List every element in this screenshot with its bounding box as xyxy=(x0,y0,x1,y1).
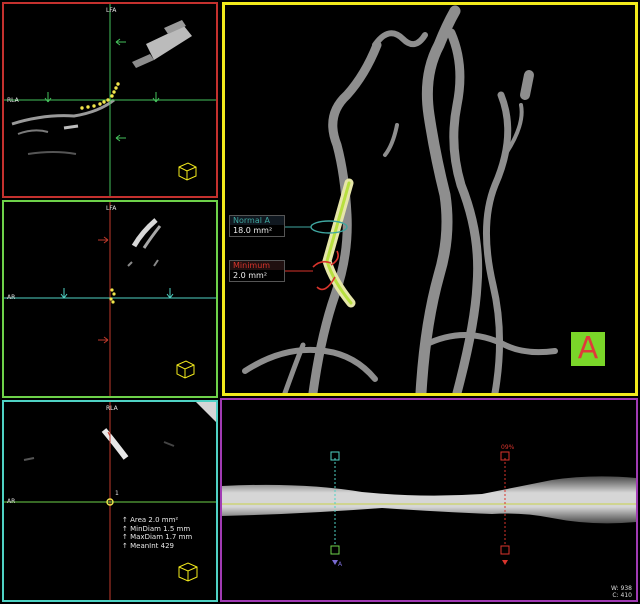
straightened-vessel xyxy=(222,451,636,565)
minimum-label: Minimum xyxy=(230,261,284,270)
orientation-cube-icon xyxy=(176,360,195,379)
volume-view[interactable]: Normal A 18.0 mm² Minimum 2.0 mm² A xyxy=(222,2,638,396)
marker-a-label: A xyxy=(338,561,343,568)
max-diam-stat: ↑ MaxDiam 1.7 mm xyxy=(122,533,193,541)
window-value: W: 938 xyxy=(611,585,632,592)
axial-left-label: AR xyxy=(7,498,16,505)
centerline-dot xyxy=(80,106,84,110)
axial-top-label: RLA xyxy=(106,405,118,412)
centerline-dot xyxy=(102,100,106,104)
centerline-dot xyxy=(86,105,90,109)
coronal-top-label: LFA xyxy=(106,205,117,212)
sagittal-left-label: RLA xyxy=(7,97,19,104)
centerline-dot xyxy=(92,104,96,108)
orientation-cube-icon xyxy=(178,562,198,582)
minimum-area-callout: Minimum 2.0 mm² xyxy=(229,260,285,282)
sagittal-view[interactable]: LFA RLA xyxy=(2,2,218,198)
coronal-view[interactable]: LFA AR xyxy=(2,200,218,398)
axial-index-label: 1 xyxy=(115,490,119,497)
normal-label: Normal A xyxy=(230,216,284,225)
centerline-dot xyxy=(116,82,120,86)
area-stat: ↑ Area 2.0 mm² xyxy=(122,516,179,524)
window-level-readout: W: 938 C: 410 xyxy=(611,585,632,599)
view-a-badge[interactable]: A xyxy=(571,332,605,366)
curved-view[interactable]: 09% A W: 938 C: 410 xyxy=(220,398,638,602)
mean-int-stat: ↑ MeanInt 429 xyxy=(122,541,174,550)
axial-stats: ↑ Area 2.0 mm² ↑ MinDiam 1.5 mm ↑ MaxDia… xyxy=(122,516,192,550)
normal-value: 18.0 mm² xyxy=(233,226,273,235)
centerline-dot xyxy=(114,86,118,90)
min-diam-stat: ↑ MinDiam 1.5 mm xyxy=(122,524,191,533)
coronal-left-label: AR xyxy=(7,294,16,301)
normal-area-callout: Normal A 18.0 mm² xyxy=(229,215,285,237)
centerline-dot xyxy=(106,98,110,102)
axial-view[interactable]: RLA AR 1 ↑ Area 2.0 mm² ↑ MinDiam 1.5 mm… xyxy=(2,400,218,602)
centerline-dot xyxy=(98,102,102,106)
corner-fold-icon xyxy=(196,402,216,422)
centerline-dot xyxy=(112,90,116,94)
sagittal-top-label: LFA xyxy=(106,7,117,14)
marker-percent-label: 09% xyxy=(501,444,515,451)
centerline-dot xyxy=(110,94,114,98)
orientation-cube-icon xyxy=(178,162,197,181)
minimum-value: 2.0 mm² xyxy=(233,271,268,280)
center-value: C: 410 xyxy=(612,592,632,599)
